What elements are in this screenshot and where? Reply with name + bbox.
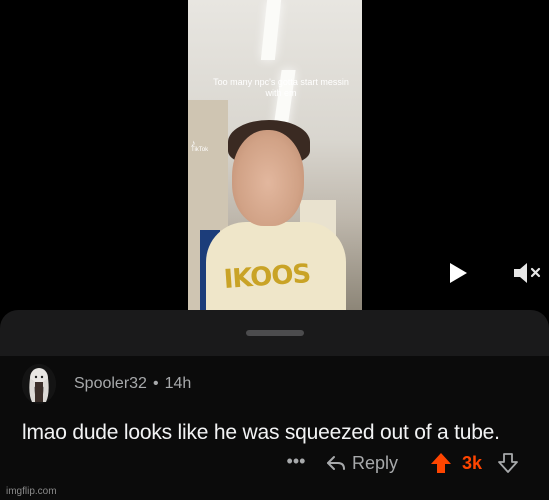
comment-meta: Spooler32 • 14h xyxy=(74,374,191,394)
reply-button[interactable]: Reply xyxy=(326,448,398,478)
upvote-icon xyxy=(431,453,451,473)
person-face xyxy=(232,130,304,226)
play-button[interactable] xyxy=(447,262,469,284)
tiktok-logo-icon: ♪ xyxy=(191,138,196,148)
mute-icon xyxy=(514,263,541,283)
more-button[interactable]: ••• xyxy=(284,448,308,478)
comment-body: lmao dude looks like he was squeezed out… xyxy=(22,421,500,444)
comment-actions: ••• Reply 3k xyxy=(0,448,549,478)
tiktok-watermark: ♪ TikTok xyxy=(191,138,209,154)
ceiling-light xyxy=(260,0,282,60)
drag-handle[interactable] xyxy=(246,330,304,336)
tiktok-label: TikTok xyxy=(191,147,209,153)
downvote-icon xyxy=(498,453,518,473)
avatar-image xyxy=(22,364,56,404)
downvote-button[interactable] xyxy=(497,452,519,474)
meta-separator: • xyxy=(152,375,159,392)
video-frame: IKOOS Too many npc's gotta start messin … xyxy=(188,0,362,310)
vote-score: 3k xyxy=(462,453,483,473)
avatar[interactable] xyxy=(22,364,56,404)
video-caption: Too many npc's gotta start messin with e… xyxy=(213,77,349,98)
reply-label: Reply xyxy=(352,452,399,473)
comment-age: 14h xyxy=(164,375,192,392)
imgflip-watermark: imgflip.com xyxy=(6,486,57,497)
reply-arrow-icon xyxy=(327,456,345,470)
more-icon: ••• xyxy=(286,451,306,471)
upvote-button[interactable] xyxy=(430,452,452,474)
mute-button[interactable] xyxy=(512,260,542,286)
comment-author[interactable]: Spooler32 xyxy=(74,375,147,393)
play-icon xyxy=(450,263,467,283)
shirt-print: IKOOS xyxy=(222,259,312,295)
video-player[interactable]: IKOOS Too many npc's gotta start messin … xyxy=(0,0,549,310)
